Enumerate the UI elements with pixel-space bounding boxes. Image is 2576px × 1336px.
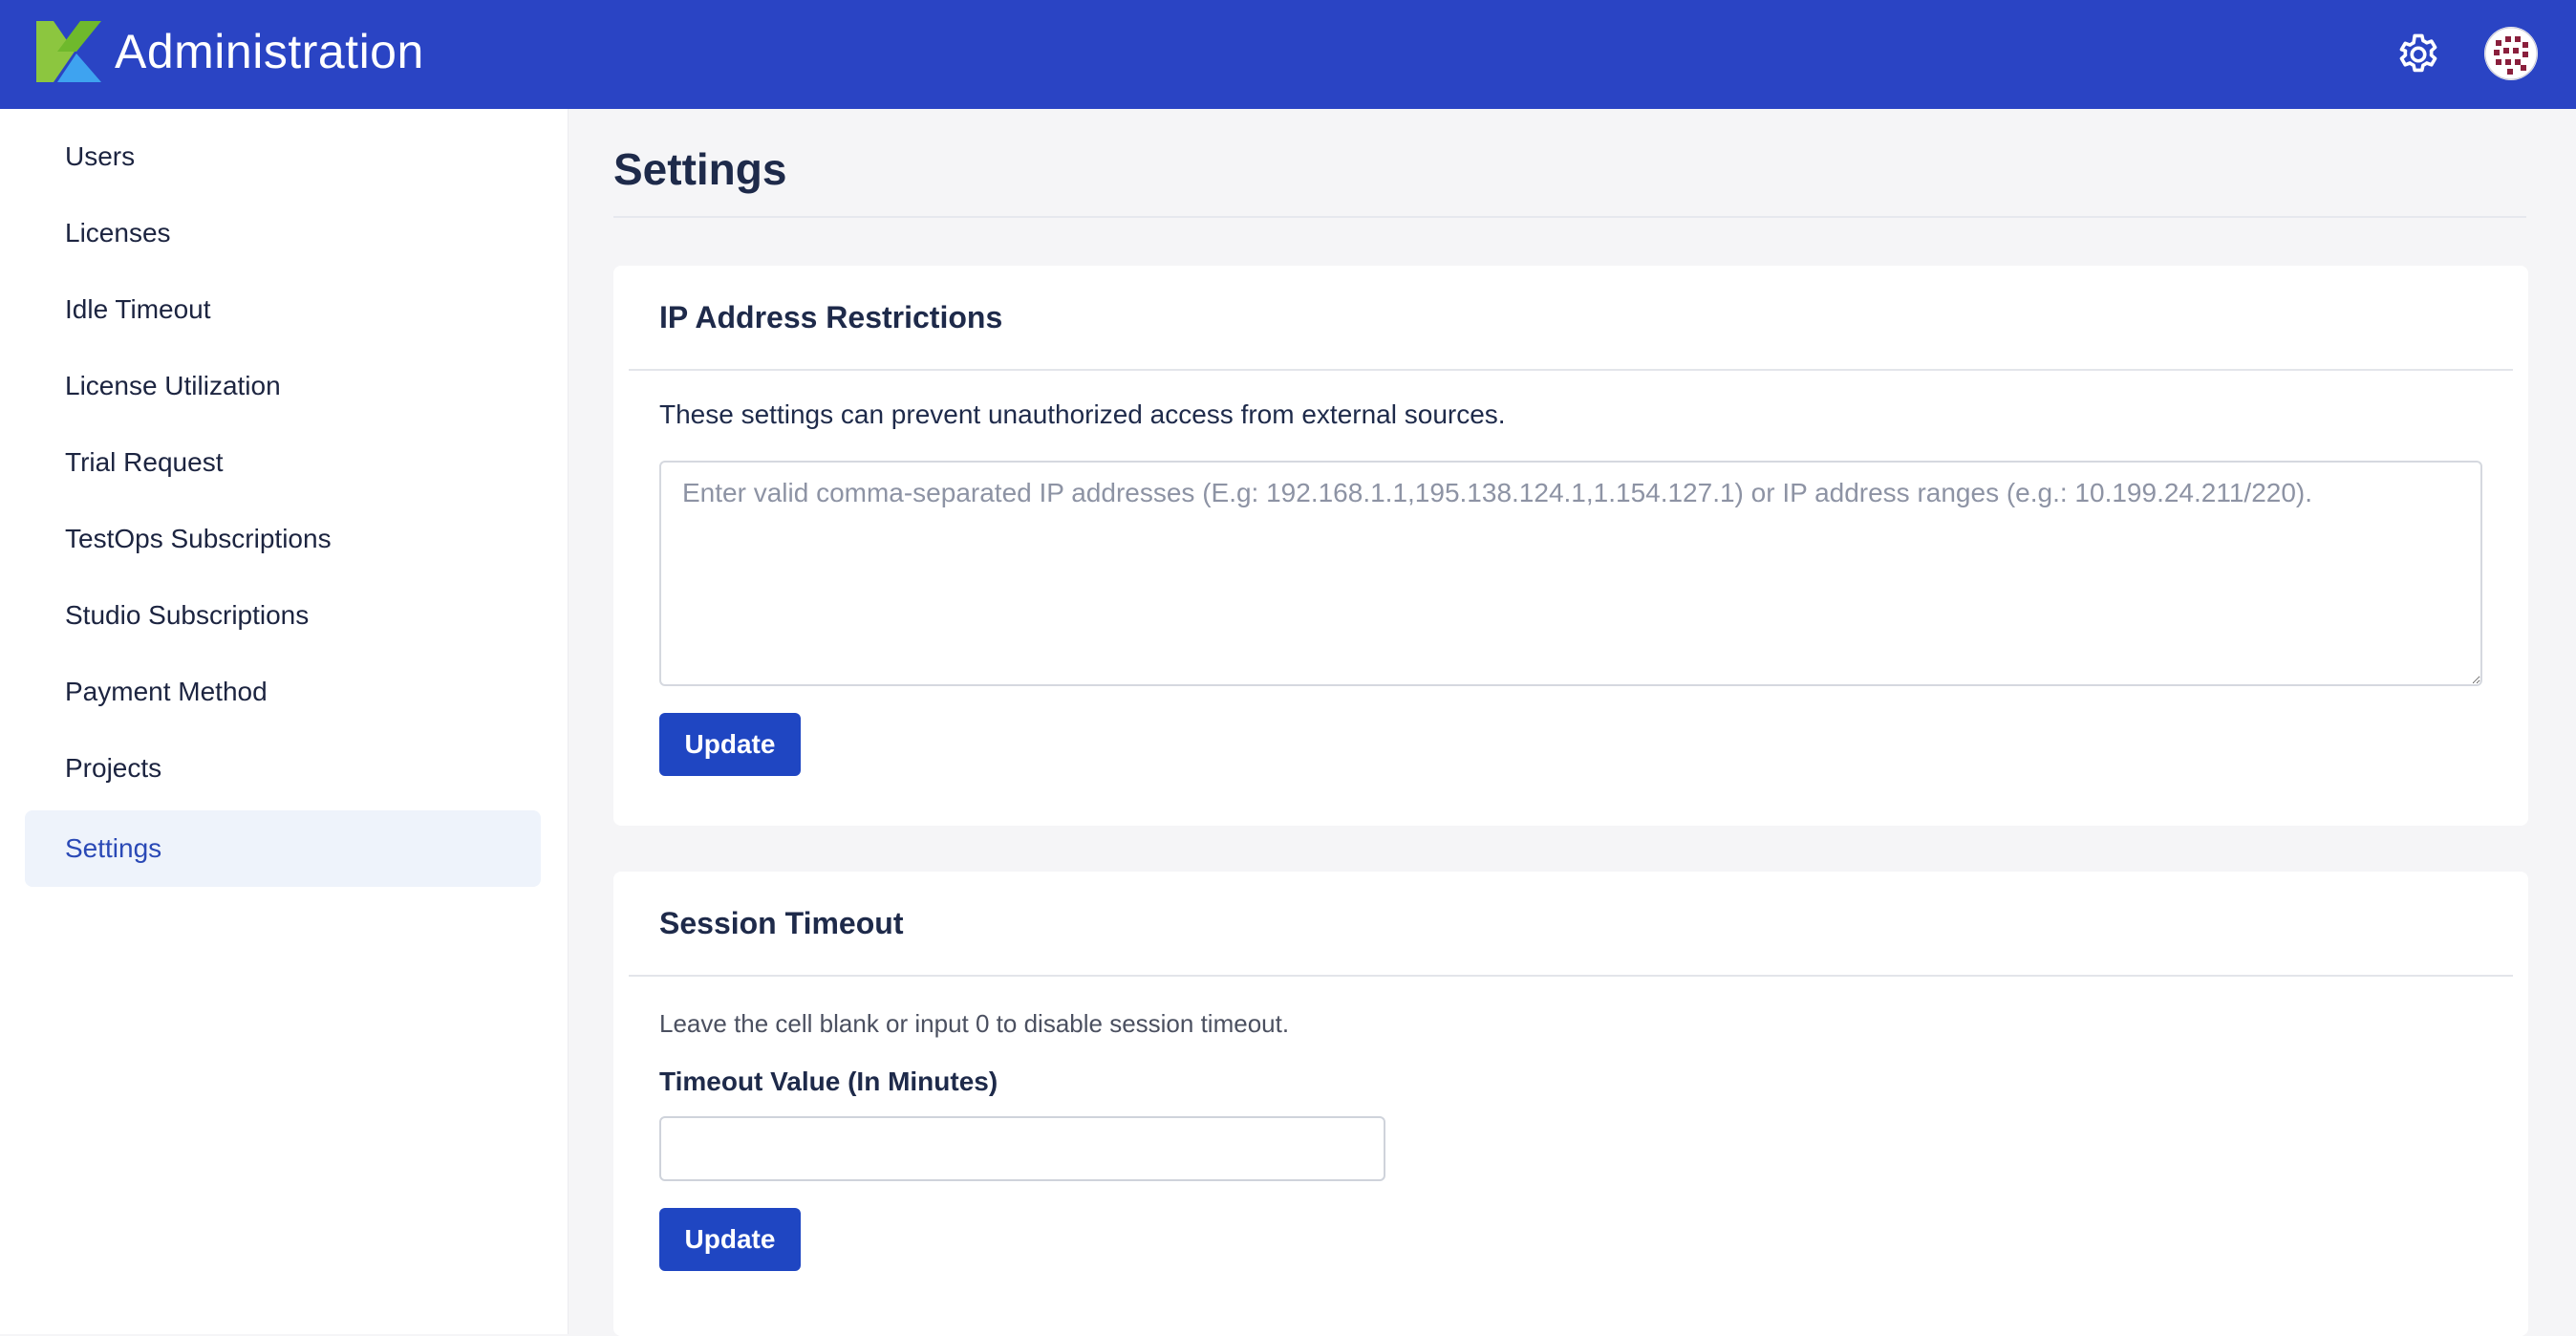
card-description: Leave the cell blank or input 0 to disab… xyxy=(659,1009,1290,1038)
card-divider xyxy=(629,369,2513,371)
sidebar-item-license-utilization[interactable]: License Utilization xyxy=(25,348,541,424)
card-divider xyxy=(629,975,2513,977)
sidebar-item-users[interactable]: Users xyxy=(25,119,541,195)
app-title: Administration xyxy=(115,25,424,78)
card-header: Session Timeout xyxy=(613,872,2528,977)
card-title: IP Address Restrictions xyxy=(659,300,1003,334)
sidebar: Users Licenses Idle Timeout License Util… xyxy=(0,109,569,1334)
session-update-button[interactable]: Update xyxy=(659,1208,801,1271)
user-avatar-icon[interactable] xyxy=(2484,27,2538,80)
main-content: Settings IP Address Restrictions These s… xyxy=(568,109,2576,1336)
ip-addresses-textarea[interactable] xyxy=(659,461,2482,686)
card-header: IP Address Restrictions xyxy=(613,266,2528,371)
title-divider xyxy=(613,216,2526,218)
sidebar-item-studio-subscriptions[interactable]: Studio Subscriptions xyxy=(25,577,541,654)
katalon-k-logo-icon[interactable] xyxy=(36,21,101,82)
card-title: Session Timeout xyxy=(659,906,904,940)
sidebar-item-payment-method[interactable]: Payment Method xyxy=(25,654,541,730)
sidebar-item-projects[interactable]: Projects xyxy=(25,730,541,807)
sidebar-item-trial-request[interactable]: Trial Request xyxy=(25,424,541,501)
ip-restrictions-card: IP Address Restrictions These settings c… xyxy=(613,266,2528,826)
session-timeout-card: Session Timeout Leave the cell blank or … xyxy=(613,872,2528,1336)
sidebar-item-licenses[interactable]: Licenses xyxy=(25,195,541,271)
ip-update-button[interactable]: Update xyxy=(659,713,801,776)
page-title: Settings xyxy=(613,144,787,194)
sidebar-item-idle-timeout[interactable]: Idle Timeout xyxy=(25,271,541,348)
top-bar: Administration xyxy=(0,0,2576,109)
timeout-value-input[interactable] xyxy=(659,1116,1385,1181)
sidebar-item-settings[interactable]: Settings xyxy=(25,810,541,887)
sidebar-item-testops-subscriptions[interactable]: TestOps Subscriptions xyxy=(25,501,541,577)
timeout-value-label: Timeout Value (In Minutes) xyxy=(659,1067,998,1096)
card-description: These settings can prevent unauthorized … xyxy=(659,399,1506,429)
gear-icon[interactable] xyxy=(2393,29,2444,80)
